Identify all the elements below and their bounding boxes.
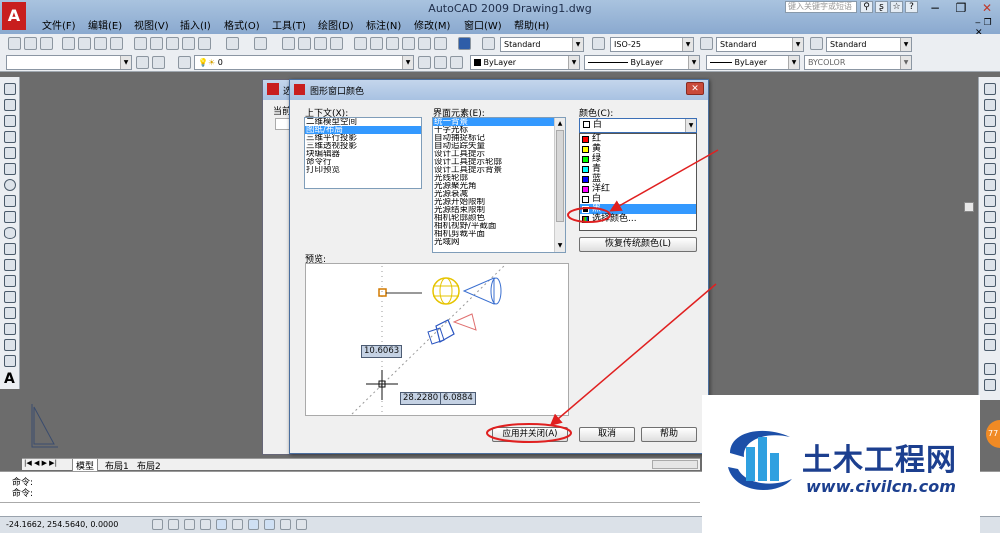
watermark-logo: 土木工程网 www.civilcn.com bbox=[702, 395, 980, 533]
layout-tabs-bar: |◀ ◀ ▶ ▶| 模型 布局1 布局2 bbox=[22, 458, 700, 473]
annotation-arrow-apply bbox=[549, 283, 717, 426]
ortho-toggle-icon[interactable] bbox=[184, 519, 195, 530]
horizontal-scrollbar[interactable] bbox=[652, 460, 698, 469]
annotation-circle-apply bbox=[486, 423, 572, 443]
dyn-toggle-icon[interactable] bbox=[264, 519, 275, 530]
ducs-toggle-icon[interactable] bbox=[248, 519, 259, 530]
civilcn-logo-icon bbox=[728, 430, 792, 491]
watermark-url: www.civilcn.com bbox=[806, 477, 956, 496]
annotation-arrow-color bbox=[609, 149, 719, 212]
lineweight-toggle-icon[interactable] bbox=[280, 519, 291, 530]
otrack-toggle-icon[interactable] bbox=[232, 519, 243, 530]
grid-toggle-icon[interactable] bbox=[168, 519, 179, 530]
coordinates-readout: -24.1662, 254.5640, 0.0000 bbox=[6, 520, 119, 529]
annotation-circle-black bbox=[567, 207, 611, 223]
osnap-toggle-icon[interactable] bbox=[216, 519, 227, 530]
quick-properties-icon[interactable] bbox=[296, 519, 307, 530]
polar-toggle-icon[interactable] bbox=[200, 519, 211, 530]
command-prompt-line: 命令: bbox=[12, 489, 34, 499]
tab-nav-arrows[interactable]: |◀ ◀ ▶ ▶| bbox=[24, 459, 57, 467]
snap-toggle-icon[interactable] bbox=[152, 519, 163, 530]
watermark-brand-name: 土木工程网 bbox=[802, 443, 957, 478]
